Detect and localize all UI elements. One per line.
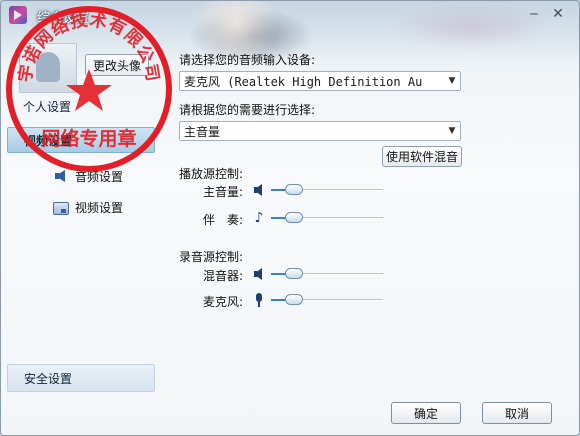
playback-section-title: 播放源控制: (179, 167, 244, 181)
accompaniment-volume-slider[interactable] (271, 212, 383, 224)
chevron-down-icon[interactable]: ▼ (444, 122, 460, 140)
chevron-down-icon[interactable]: ▼ (444, 72, 460, 90)
sidebar-item-security[interactable]: 安全设置 (7, 364, 155, 392)
mode-select[interactable]: 主音量 ▼ (179, 121, 461, 141)
speaker-icon (252, 267, 266, 281)
software-mix-button[interactable]: 使用软件混音 (382, 146, 462, 167)
mode-prompt: 请根据您的需要进行选择: (179, 103, 316, 117)
slider-label-mixer: 混音器: (203, 269, 244, 283)
mode-value: 主音量 (184, 124, 221, 139)
slider-label-microphone: 麦克风: (203, 295, 244, 309)
settings-window: 综合设置 ─ ✕ 更改头像 个人设置 视频设置 音频设置 视频设置 安全设置 请… (0, 0, 580, 436)
mixer-volume-slider[interactable] (271, 268, 383, 280)
slider-thumb[interactable] (285, 294, 303, 305)
speaker-icon (53, 168, 69, 184)
slider-thumb[interactable] (285, 212, 303, 223)
sidebar-item-label: 音频设置 (75, 169, 124, 184)
ok-button[interactable]: 确定 (391, 402, 461, 424)
master-volume-slider[interactable] (271, 184, 383, 196)
input-device-prompt: 请选择您的音频输入设备: (179, 53, 316, 67)
sidebar-item-personal[interactable]: 个人设置 (7, 93, 155, 119)
microphone-volume-slider[interactable] (271, 294, 383, 306)
recording-section-title: 录音源控制: (179, 250, 244, 264)
slider-label-accompaniment: 伴 奏: (203, 213, 244, 227)
microphone-icon (252, 293, 266, 307)
title-bar[interactable]: 综合设置 ─ ✕ (1, 1, 579, 29)
input-device-value: 麦克风 (Realtek High Definition Au (184, 74, 423, 89)
minimize-button[interactable]: ─ (523, 5, 545, 23)
window-title: 综合设置 (37, 11, 90, 26)
speaker-icon (252, 183, 266, 197)
slider-thumb[interactable] (285, 268, 303, 279)
close-button[interactable]: ✕ (547, 5, 569, 23)
cancel-button[interactable]: 取消 (482, 402, 552, 424)
video-camera-icon (53, 201, 69, 215)
slider-thumb[interactable] (285, 184, 303, 195)
sidebar-item-video[interactable]: 视频设置 (53, 197, 123, 217)
app-logo-icon (9, 6, 27, 24)
music-note-icon: ♪ (254, 210, 264, 226)
sidebar-item-audio[interactable]: 音频设置 (53, 166, 123, 186)
slider-label-master: 主音量: (203, 185, 244, 199)
input-device-select[interactable]: 麦克风 (Realtek High Definition Au ▼ (179, 71, 461, 91)
avatar[interactable] (19, 43, 77, 93)
sidebar-item-label: 视频设置 (75, 200, 124, 215)
sidebar-item-video-settings[interactable]: 视频设置 (7, 127, 155, 153)
change-avatar-button[interactable]: 更改头像 (85, 54, 149, 76)
